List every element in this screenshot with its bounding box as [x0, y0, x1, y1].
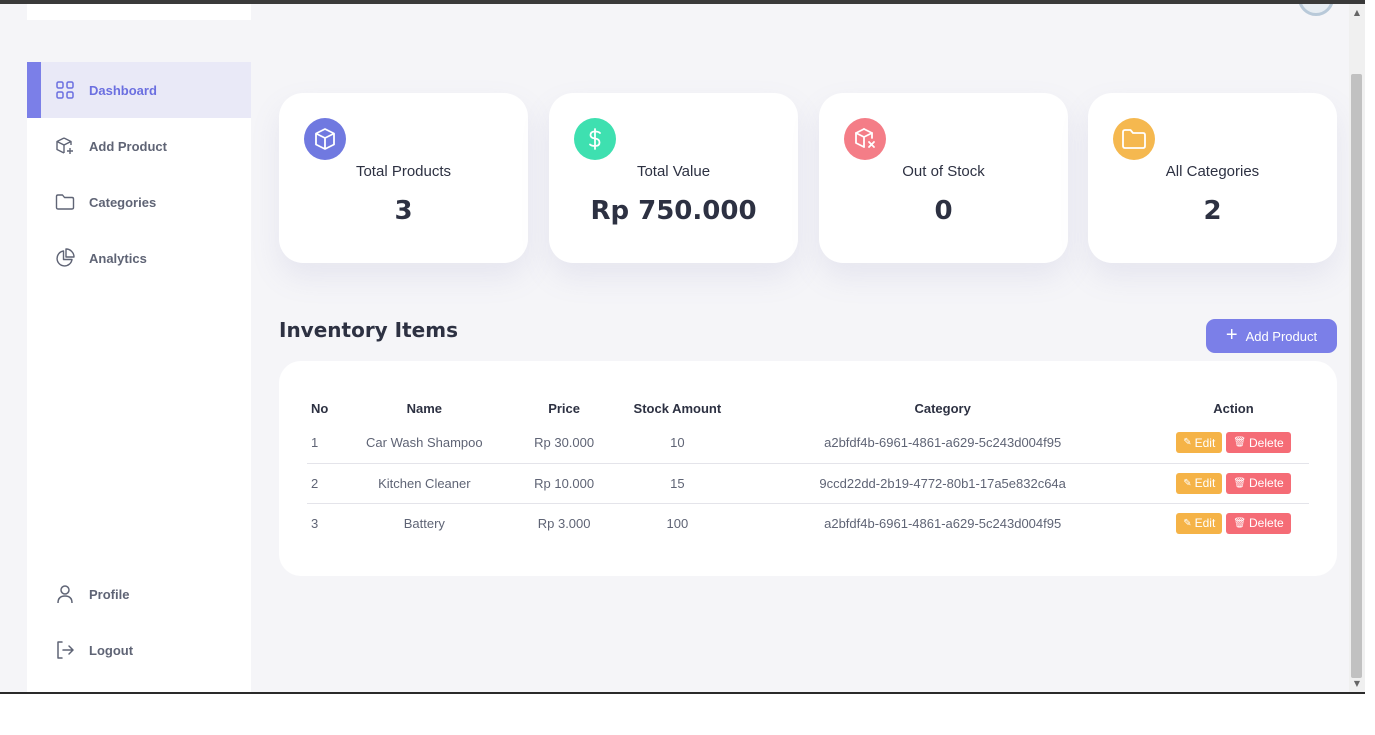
table-row: 1 Car Wash Shampoo Rp 30.000 10 a2bfdf4b…	[307, 423, 1309, 464]
trash-icon: 🗑	[1233, 477, 1247, 489]
delete-button[interactable]: 🗑 Delete	[1226, 432, 1291, 454]
trash-icon: 🗑	[1233, 517, 1247, 529]
cell-no: 2	[307, 463, 348, 504]
scroll-up-arrow-icon[interactable]: ▲	[1349, 6, 1365, 20]
edit-icon: ✎	[1183, 437, 1192, 449]
stat-title: Out of Stock	[902, 163, 985, 180]
sidebar-item-dashboard[interactable]: Dashboard	[27, 62, 251, 118]
scrollbar-thumb[interactable]	[1351, 74, 1362, 678]
stat-title: All Categories	[1165, 163, 1260, 180]
inventory-table-card: No Name Price Stock Amount Category Acti…	[279, 361, 1337, 576]
add-product-button[interactable]: + Add Product	[1206, 319, 1337, 353]
cell-stock: 100	[666, 515, 689, 531]
cell-no: 3	[311, 515, 319, 531]
stat-card-total-products: Total Products 3	[279, 93, 528, 263]
column-header-category: Category	[914, 400, 971, 416]
avatar[interactable]	[1298, 4, 1334, 16]
sidebar-item-profile[interactable]: Profile	[27, 566, 251, 622]
edit-label: Edit	[1194, 476, 1216, 490]
folder-icon	[55, 192, 75, 212]
cell-name: Kitchen Cleaner	[347, 463, 501, 504]
column-header-price: Price	[548, 400, 581, 416]
add-product-button-label: Add Product	[1245, 328, 1318, 344]
box-icon	[304, 118, 346, 160]
sidebar-item-logout[interactable]: Logout	[27, 622, 251, 678]
column-header-name: Name	[406, 400, 443, 416]
sidebar: Dashboard Add Product Categories Analyti…	[27, 4, 251, 693]
cell-price: Rp 3.000	[537, 515, 591, 531]
stat-value: 2	[1203, 196, 1222, 226]
trash-icon: 🗑	[1233, 437, 1247, 449]
inventory-table: No Name Price Stock Amount Category Acti…	[307, 393, 1309, 543]
edit-button[interactable]: ✎ Edit	[1176, 472, 1223, 494]
dollar-icon	[574, 118, 616, 160]
stat-value: 0	[934, 196, 953, 226]
edit-icon: ✎	[1183, 517, 1192, 529]
table-row: 3 Battery Rp 3.000 100 a2bfdf4b-6961-486…	[307, 503, 1309, 543]
cell-no: 1	[307, 423, 348, 464]
box-plus-icon	[55, 136, 75, 156]
delete-label: Delete	[1249, 476, 1284, 490]
column-header-action: Action	[1213, 400, 1254, 416]
column-header-no: No	[311, 400, 329, 416]
stat-value: Rp 750.000	[590, 196, 757, 226]
cell-category: a2bfdf4b-6961-4861-a629-5c243d004f95	[727, 423, 1158, 464]
vertical-scrollbar[interactable]: ▲ ▼	[1349, 4, 1365, 693]
delete-label: Delete	[1249, 516, 1284, 531]
edit-icon: ✎	[1183, 477, 1192, 489]
user-icon	[55, 584, 75, 604]
grid-icon	[55, 80, 75, 100]
cell-category: 9ccd22dd-2b19-4772-80b1-17a5e832c64a	[727, 463, 1158, 504]
inventory-title: Inventory Items	[279, 318, 458, 342]
sidebar-gap	[27, 20, 251, 62]
edit-label: Edit	[1194, 516, 1216, 531]
cell-stock: 15	[627, 463, 728, 504]
sidebar-item-label: Categories	[89, 194, 157, 210]
column-header-stock: Stock Amount	[633, 400, 722, 416]
cell-name: Battery	[403, 515, 445, 531]
browser-bottom-edge	[0, 692, 1365, 694]
logout-icon	[55, 640, 75, 660]
cell-price: Rp 30.000	[500, 423, 628, 464]
cell-name: Car Wash Shampoo	[347, 423, 501, 464]
table-header-row: No Name Price Stock Amount Category Acti…	[307, 393, 1309, 423]
scroll-down-arrow-icon[interactable]: ▼	[1349, 677, 1365, 691]
cell-actions: ✎ Edit 🗑 Delete	[1157, 463, 1309, 504]
sidebar-item-label: Analytics	[89, 250, 147, 266]
stat-card-total-value: Total Value Rp 750.000	[549, 93, 798, 263]
cell-category: a2bfdf4b-6961-4861-a629-5c243d004f95	[824, 515, 1062, 531]
sidebar-item-label: Profile	[89, 586, 130, 602]
table-row: 2 Kitchen Cleaner Rp 10.000 15 9ccd22dd-…	[307, 463, 1309, 504]
stat-card-all-categories: All Categories 2	[1088, 93, 1337, 263]
edit-button[interactable]: ✎ Edit	[1176, 512, 1223, 534]
folder-icon	[1113, 118, 1155, 160]
cell-price: Rp 10.000	[500, 463, 628, 504]
delete-button[interactable]: 🗑 Delete	[1226, 472, 1291, 494]
sidebar-item-categories[interactable]: Categories	[27, 174, 251, 230]
stat-card-out-of-stock: Out of Stock 0	[819, 93, 1068, 263]
stat-title: Total Value	[636, 163, 711, 180]
box-x-icon	[844, 118, 886, 160]
sidebar-item-label: Logout	[89, 642, 134, 658]
sidebar-item-label: Add Product	[89, 138, 167, 154]
sidebar-item-label: Dashboard	[89, 82, 157, 98]
cell-actions: ✎ Edit 🗑 Delete	[1158, 503, 1309, 543]
plus-icon: +	[1225, 324, 1238, 346]
sidebar-item-analytics[interactable]: Analytics	[27, 230, 251, 286]
cell-actions: ✎ Edit 🗑 Delete	[1157, 423, 1309, 464]
app-page: Dashboard Add Product Categories Analyti…	[0, 4, 1349, 693]
cell-stock: 10	[627, 423, 728, 464]
pie-chart-icon	[55, 248, 75, 268]
edit-label: Edit	[1194, 435, 1216, 450]
delete-label: Delete	[1249, 435, 1284, 450]
stat-value: 3	[394, 196, 413, 226]
sidebar-item-add-product[interactable]: Add Product	[27, 118, 251, 174]
stat-title: Total Products	[355, 163, 452, 180]
edit-button[interactable]: ✎ Edit	[1176, 432, 1223, 454]
delete-button[interactable]: 🗑 Delete	[1226, 512, 1291, 534]
